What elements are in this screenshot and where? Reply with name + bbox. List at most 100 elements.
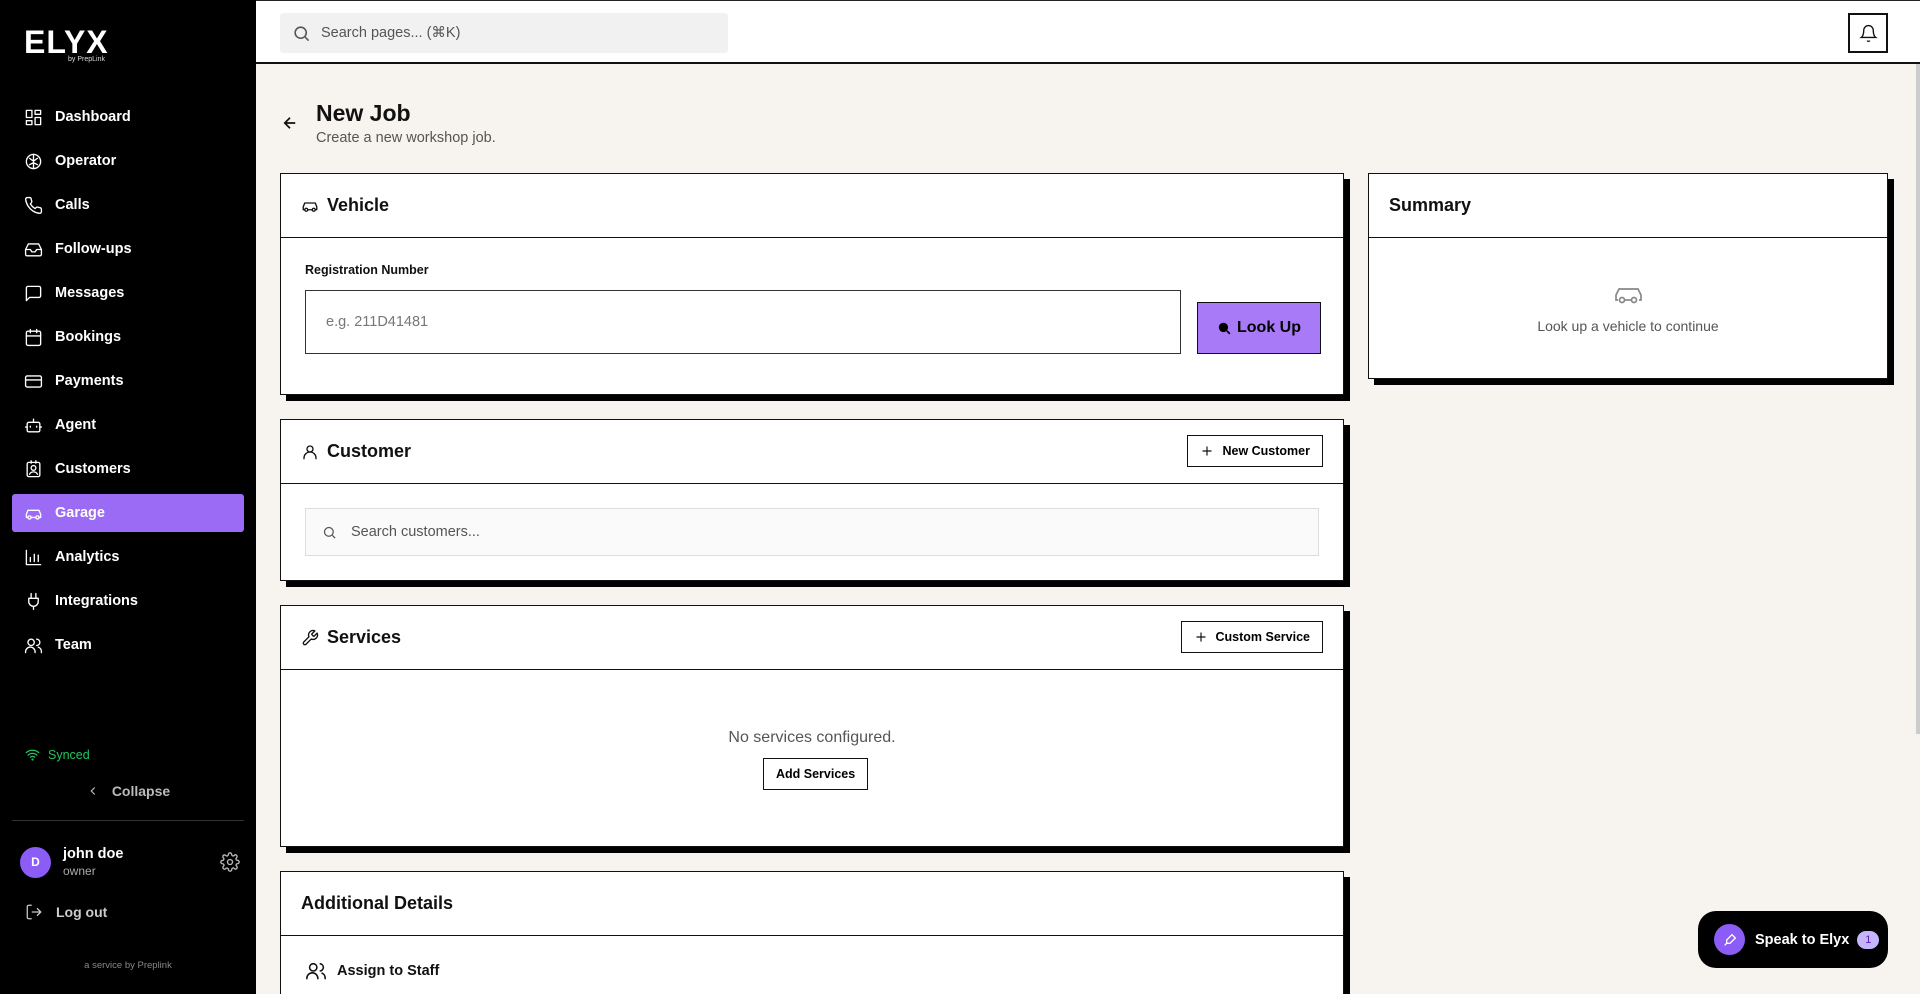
sidebar-item-garage[interactable]: Garage	[12, 494, 244, 532]
sidebar-item-integrations[interactable]: Integrations	[12, 582, 244, 620]
car-icon	[302, 201, 318, 212]
registration-label: Registration Number	[305, 263, 429, 277]
sidebar-item-label: Bookings	[55, 329, 122, 345]
plug-icon	[28, 592, 39, 610]
services-card: Services Custom Service No services conf…	[280, 605, 1344, 847]
sidebar-item-follow-ups[interactable]: Follow-ups	[12, 230, 244, 268]
sidebar-divider	[12, 820, 244, 821]
users-icon	[306, 962, 326, 980]
sidebar-item-customers[interactable]: Customers	[12, 450, 244, 488]
bell-icon	[1858, 24, 1878, 42]
sidebar-item-analytics[interactable]: Analytics	[12, 538, 244, 576]
vehicle-card: Vehicle Registration Number Look Up	[280, 173, 1344, 395]
sidebar-item-label: Customers	[55, 461, 131, 477]
brand-name: ELYX	[24, 24, 109, 60]
logout-button[interactable]: Log out	[25, 903, 107, 921]
plus-icon	[1195, 632, 1206, 642]
page-subtitle: Create a new workshop job.	[316, 130, 496, 146]
contact-icon	[26, 459, 41, 477]
add-services-button[interactable]: Add Services	[763, 758, 869, 790]
services-empty-text: No services configured.	[728, 729, 896, 746]
gear-icon[interactable]	[220, 852, 240, 872]
sidebar-item-label: Team	[55, 637, 92, 653]
customer-card-title: Customer	[327, 441, 412, 461]
message-icon	[25, 285, 42, 301]
logout-icon	[26, 904, 42, 920]
search-icon	[1218, 322, 1231, 335]
sync-status-label: Synced	[48, 747, 90, 762]
customer-card-header: Customer New Customer	[281, 420, 1343, 484]
collapse-button[interactable]: Collapse	[0, 783, 256, 799]
look-up-button[interactable]: Look Up	[1197, 302, 1321, 354]
car-icon	[1615, 288, 1642, 304]
additional-details-card: Additional Details Assign to Staff	[280, 871, 1344, 994]
sidebar-item-payments[interactable]: Payments	[12, 362, 244, 400]
customer-search-input[interactable]	[351, 524, 1251, 540]
search-icon	[323, 526, 336, 539]
sidebar-item-label: Calls	[55, 197, 90, 213]
back-arrow-icon[interactable]	[281, 114, 299, 132]
notifications-button[interactable]	[1848, 13, 1888, 53]
sidebar-item-label: Operator	[55, 153, 117, 169]
avatar: D	[20, 846, 51, 878]
wifi-icon	[25, 749, 40, 761]
page-search[interactable]	[280, 13, 728, 53]
scrollbar[interactable]	[1916, 64, 1920, 734]
sidebar-item-label: Analytics	[55, 549, 120, 565]
assign-to-staff[interactable]: Assign to Staff	[305, 960, 439, 982]
new-customer-label: New Customer	[1222, 444, 1310, 458]
robot-icon	[24, 417, 43, 433]
dashboard-icon	[25, 109, 42, 125]
summary-card: Summary Look up a vehicle to continue	[1368, 173, 1888, 379]
sidebar-item-operator[interactable]: Operator	[12, 142, 244, 180]
sidebar-item-team[interactable]: Team	[12, 626, 244, 664]
assistant-badge: 1	[1857, 930, 1880, 949]
sidebar-item-label: Follow-ups	[55, 241, 132, 257]
inbox-icon	[24, 242, 43, 257]
sidebar-item-dashboard[interactable]: Dashboard	[12, 98, 244, 136]
chevron-left-icon	[90, 787, 95, 795]
card-icon	[24, 374, 43, 388]
speak-to-elyx-button[interactable]: Speak to Elyx 1	[1698, 911, 1888, 968]
sidebar-item-label: Agent	[55, 417, 97, 433]
user-profile[interactable]: D john doe owner	[20, 845, 240, 879]
sidebar-item-label: Messages	[55, 285, 125, 301]
sidebar-item-calls[interactable]: Calls	[12, 186, 244, 224]
sidebar-item-agent[interactable]: Agent	[12, 406, 244, 444]
sidebar-item-label: Dashboard	[55, 109, 131, 125]
customer-card: Customer New Customer	[280, 419, 1344, 581]
users-icon	[24, 637, 43, 653]
search-input[interactable]	[321, 25, 701, 41]
sidebar-item-messages[interactable]: Messages	[12, 274, 244, 312]
mic-icon	[1714, 924, 1745, 955]
vehicle-card-title: Vehicle	[327, 195, 390, 215]
customer-search[interactable]	[305, 508, 1319, 556]
custom-service-button[interactable]: Custom Service	[1180, 621, 1323, 653]
wrench-icon	[302, 629, 319, 645]
topbar	[256, 0, 1920, 64]
user-role: owner	[63, 864, 96, 878]
summary-empty-state: Look up a vehicle to continue	[1369, 285, 1887, 334]
sidebar-item-bookings[interactable]: Bookings	[12, 318, 244, 356]
registration-input[interactable]	[305, 290, 1181, 354]
summary-empty-text: Look up a vehicle to continue	[1537, 318, 1719, 334]
phone-icon	[24, 196, 43, 214]
brain-icon	[25, 153, 42, 169]
sidebar-footer: a service by Preplink	[84, 960, 172, 971]
new-customer-button[interactable]: New Customer	[1187, 435, 1323, 467]
page-title: New Job	[316, 100, 411, 126]
services-card-title: Services	[327, 627, 402, 647]
look-up-label: Look Up	[1237, 319, 1301, 336]
brand-logo[interactable]: ELYX by PrepLink	[24, 26, 109, 63]
collapse-label: Collapse	[111, 783, 171, 799]
speak-to-elyx-label: Speak to Elyx	[1755, 931, 1850, 948]
calendar-icon	[25, 328, 42, 346]
sidebar-item-label: Integrations	[55, 593, 138, 609]
user-icon	[303, 444, 317, 459]
sidebar: ELYX by PrepLink Dashboard Operator Call…	[0, 0, 256, 994]
brand-tagline: by PrepLink	[68, 56, 105, 63]
search-icon	[294, 25, 310, 41]
custom-service-label: Custom Service	[1215, 630, 1310, 644]
user-name: john doe	[63, 846, 124, 862]
chart-icon	[25, 549, 42, 565]
